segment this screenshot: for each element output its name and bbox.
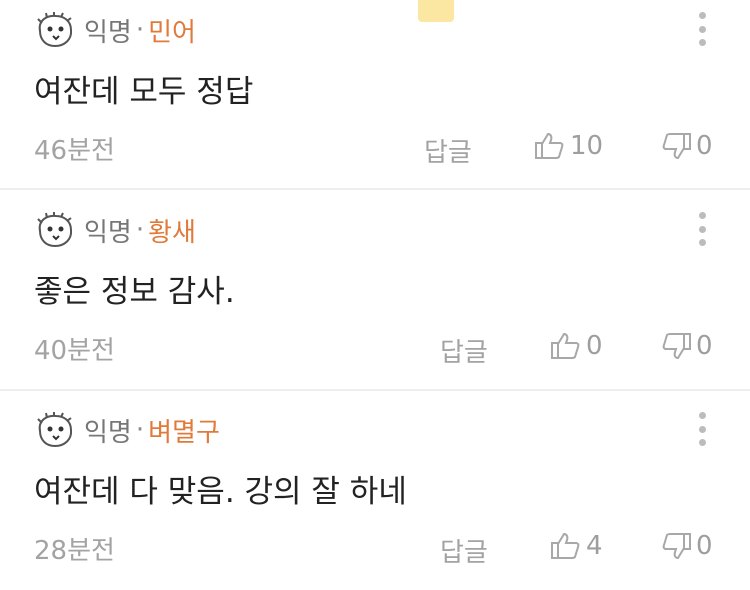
more-vertical-icon bbox=[698, 212, 706, 219]
comment-subject[interactable]: 벼멸구 bbox=[148, 412, 220, 449]
divider bbox=[0, 188, 750, 190]
author-separator: · bbox=[135, 215, 145, 245]
like-count: 4 bbox=[586, 531, 603, 561]
comment-subject[interactable]: 민어 bbox=[148, 12, 196, 49]
comment-author: 익명 bbox=[84, 217, 132, 248]
reply-button[interactable]: 답글 bbox=[440, 332, 488, 369]
dislike-button[interactable]: 0 bbox=[660, 130, 713, 162]
author-separator: · bbox=[135, 415, 145, 445]
divider bbox=[0, 389, 750, 391]
reply-button[interactable]: 답글 bbox=[440, 532, 488, 569]
comment-subject[interactable]: 황새 bbox=[148, 212, 196, 249]
comment-text: 좋은 정보 감사. bbox=[34, 274, 235, 310]
like-button[interactable]: 10 bbox=[534, 130, 603, 162]
thumbs-up-icon bbox=[551, 332, 580, 359]
thumbs-up-icon bbox=[535, 132, 564, 159]
avatar-icon bbox=[37, 12, 73, 48]
author-separator: · bbox=[135, 15, 145, 45]
more-options-button[interactable] bbox=[692, 12, 712, 46]
comment-time: 28분전 bbox=[34, 536, 115, 566]
comment-time: 40분전 bbox=[34, 336, 115, 366]
thumbs-down-icon bbox=[662, 333, 691, 360]
dislike-count: 0 bbox=[696, 131, 713, 161]
thumbs-down-icon bbox=[662, 533, 691, 560]
avatar-icon bbox=[37, 212, 73, 248]
dislike-button[interactable]: 0 bbox=[660, 530, 713, 562]
like-count: 10 bbox=[570, 131, 604, 161]
thumbs-down-icon bbox=[662, 133, 691, 160]
comment-text: 여잔데 다 맞음. 강의 잘 하네 bbox=[34, 474, 407, 510]
comment-author: 익명 bbox=[84, 17, 132, 48]
comment-time: 46분전 bbox=[34, 136, 115, 166]
like-button[interactable]: 4 bbox=[550, 530, 603, 562]
like-button[interactable]: 0 bbox=[550, 330, 603, 362]
more-vertical-icon bbox=[698, 412, 706, 419]
dislike-button[interactable]: 0 bbox=[660, 330, 713, 362]
comment-text: 여잔데 모두 정답 bbox=[34, 74, 254, 110]
comment-item: 익명 · 황새 좋은 정보 감사. 40분전 답글 0 0 bbox=[0, 200, 750, 390]
dislike-count: 0 bbox=[696, 331, 713, 361]
comment-header: 익명 · 민어 bbox=[34, 10, 196, 50]
comment-item: 익명 · 민어 여잔데 모두 정답 46분전 답글 10 0 bbox=[0, 0, 750, 190]
like-count: 0 bbox=[586, 331, 603, 361]
comment-header: 익명 · 벼멸구 bbox=[34, 410, 220, 450]
dislike-count: 0 bbox=[696, 531, 713, 561]
more-options-button[interactable] bbox=[692, 212, 712, 246]
more-options-button[interactable] bbox=[692, 412, 712, 446]
avatar-icon bbox=[37, 412, 73, 448]
comment-author: 익명 bbox=[84, 417, 132, 448]
thumbs-up-icon bbox=[551, 532, 580, 559]
comment-item: 익명 · 벼멸구 여잔데 다 맞음. 강의 잘 하네 28분전 답글 4 0 bbox=[0, 400, 750, 590]
reply-button[interactable]: 답글 bbox=[424, 132, 472, 169]
comment-header: 익명 · 황새 bbox=[34, 210, 196, 250]
more-vertical-icon bbox=[698, 12, 706, 19]
